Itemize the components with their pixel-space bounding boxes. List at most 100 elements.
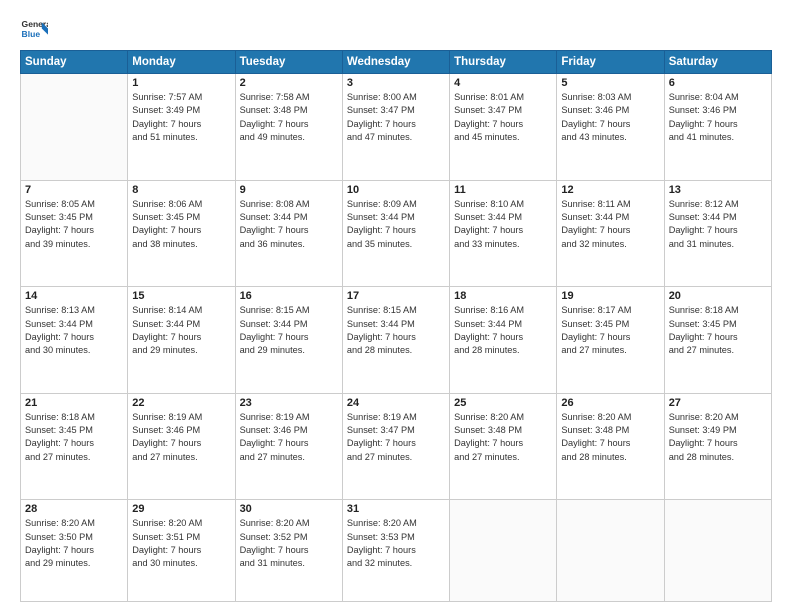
- day-number: 28: [25, 503, 123, 515]
- calendar-table: SundayMondayTuesdayWednesdayThursdayFrid…: [20, 50, 772, 602]
- cell-info: Sunrise: 8:04 AMSunset: 3:46 PMDaylight:…: [669, 91, 767, 144]
- day-number: 25: [454, 397, 552, 409]
- calendar-cell: 19 Sunrise: 8:17 AMSunset: 3:45 PMDayligh…: [557, 287, 664, 394]
- day-number: 17: [347, 290, 445, 302]
- cell-info: Sunrise: 7:57 AMSunset: 3:49 PMDaylight:…: [132, 91, 230, 144]
- cell-info: Sunrise: 8:20 AMSunset: 3:53 PMDaylight:…: [347, 517, 445, 570]
- day-number: 14: [25, 290, 123, 302]
- header: General Blue: [20, 16, 772, 44]
- cell-info: Sunrise: 8:03 AMSunset: 3:46 PMDaylight:…: [561, 91, 659, 144]
- calendar-cell: 31 Sunrise: 8:20 AMSunset: 3:53 PMDayligh…: [342, 500, 449, 602]
- day-number: 22: [132, 397, 230, 409]
- day-number: 18: [454, 290, 552, 302]
- calendar-cell: [557, 500, 664, 602]
- calendar-cell: 30 Sunrise: 8:20 AMSunset: 3:52 PMDayligh…: [235, 500, 342, 602]
- day-number: 12: [561, 184, 659, 196]
- day-number: 8: [132, 184, 230, 196]
- cell-info: Sunrise: 8:14 AMSunset: 3:44 PMDaylight:…: [132, 304, 230, 357]
- calendar-cell: 12 Sunrise: 8:11 AMSunset: 3:44 PMDayligh…: [557, 180, 664, 287]
- calendar-cell: 8 Sunrise: 8:06 AMSunset: 3:45 PMDaylight…: [128, 180, 235, 287]
- day-number: 4: [454, 77, 552, 89]
- day-number: 30: [240, 503, 338, 515]
- cell-info: Sunrise: 8:11 AMSunset: 3:44 PMDaylight:…: [561, 198, 659, 251]
- calendar-cell: 26 Sunrise: 8:20 AMSunset: 3:48 PMDayligh…: [557, 393, 664, 500]
- cell-info: Sunrise: 8:01 AMSunset: 3:47 PMDaylight:…: [454, 91, 552, 144]
- calendar-cell: 13 Sunrise: 8:12 AMSunset: 3:44 PMDayligh…: [664, 180, 771, 287]
- calendar-cell: 15 Sunrise: 8:14 AMSunset: 3:44 PMDayligh…: [128, 287, 235, 394]
- calendar-cell: 18 Sunrise: 8:16 AMSunset: 3:44 PMDayligh…: [450, 287, 557, 394]
- cell-info: Sunrise: 8:20 AMSunset: 3:48 PMDaylight:…: [454, 411, 552, 464]
- calendar-cell: 3 Sunrise: 8:00 AMSunset: 3:47 PMDaylight…: [342, 74, 449, 181]
- calendar-week-row: 14 Sunrise: 8:13 AMSunset: 3:44 PMDayligh…: [21, 287, 772, 394]
- day-number: 1: [132, 77, 230, 89]
- day-number: 2: [240, 77, 338, 89]
- cell-info: Sunrise: 8:20 AMSunset: 3:50 PMDaylight:…: [25, 517, 123, 570]
- cell-info: Sunrise: 7:58 AMSunset: 3:48 PMDaylight:…: [240, 91, 338, 144]
- day-number: 24: [347, 397, 445, 409]
- logo: General Blue: [20, 16, 48, 44]
- day-number: 27: [669, 397, 767, 409]
- day-number: 7: [25, 184, 123, 196]
- cell-info: Sunrise: 8:06 AMSunset: 3:45 PMDaylight:…: [132, 198, 230, 251]
- calendar-cell: 9Sunrise: 8:08 AMSunset: 3:44 PMDaylight…: [235, 180, 342, 287]
- day-number: 19: [561, 290, 659, 302]
- cell-info: Sunrise: 8:10 AMSunset: 3:44 PMDaylight:…: [454, 198, 552, 251]
- day-number: 16: [240, 290, 338, 302]
- day-number: 15: [132, 290, 230, 302]
- cell-info: Sunrise: 8:05 AMSunset: 3:45 PMDaylight:…: [25, 198, 123, 251]
- day-number: 29: [132, 503, 230, 515]
- cell-info: Sunrise: 8:20 AMSunset: 3:51 PMDaylight:…: [132, 517, 230, 570]
- day-number: 21: [25, 397, 123, 409]
- cell-info: Sunrise: 8:15 AMSunset: 3:44 PMDaylight:…: [240, 304, 338, 357]
- col-header-sunday: Sunday: [21, 51, 128, 74]
- col-header-saturday: Saturday: [664, 51, 771, 74]
- calendar-cell: 14 Sunrise: 8:13 AMSunset: 3:44 PMDayligh…: [21, 287, 128, 394]
- cell-info: Sunrise: 8:19 AMSunset: 3:46 PMDaylight:…: [132, 411, 230, 464]
- calendar-week-row: 7 Sunrise: 8:05 AMSunset: 3:45 PMDaylight…: [21, 180, 772, 287]
- calendar-cell: 25 Sunrise: 8:20 AMSunset: 3:48 PMDayligh…: [450, 393, 557, 500]
- cell-info: Sunrise: 8:20 AMSunset: 3:52 PMDaylight:…: [240, 517, 338, 570]
- calendar-cell: [21, 74, 128, 181]
- cell-info: Sunrise: 8:09 AMSunset: 3:44 PMDaylight:…: [347, 198, 445, 251]
- cell-info: Sunrise: 8:19 AMSunset: 3:46 PMDaylight:…: [240, 411, 338, 464]
- calendar-cell: 20Sunrise: 8:18 AMSunset: 3:45 PMDayligh…: [664, 287, 771, 394]
- calendar-cell: 17Sunrise: 8:15 AMSunset: 3:44 PMDayligh…: [342, 287, 449, 394]
- calendar-week-row: 28 Sunrise: 8:20 AMSunset: 3:50 PMDayligh…: [21, 500, 772, 602]
- calendar-header-row: SundayMondayTuesdayWednesdayThursdayFrid…: [21, 51, 772, 74]
- cell-info: Sunrise: 8:18 AMSunset: 3:45 PMDaylight:…: [25, 411, 123, 464]
- day-number: 23: [240, 397, 338, 409]
- calendar-cell: 27Sunrise: 8:20 AMSunset: 3:49 PMDayligh…: [664, 393, 771, 500]
- cell-info: Sunrise: 8:17 AMSunset: 3:45 PMDaylight:…: [561, 304, 659, 357]
- col-header-tuesday: Tuesday: [235, 51, 342, 74]
- cell-info: Sunrise: 8:00 AMSunset: 3:47 PMDaylight:…: [347, 91, 445, 144]
- calendar-cell: 6 Sunrise: 8:04 AMSunset: 3:46 PMDaylight…: [664, 74, 771, 181]
- day-number: 3: [347, 77, 445, 89]
- calendar-cell: 22 Sunrise: 8:19 AMSunset: 3:46 PMDayligh…: [128, 393, 235, 500]
- col-header-wednesday: Wednesday: [342, 51, 449, 74]
- day-number: 10: [347, 184, 445, 196]
- calendar-week-row: 1 Sunrise: 7:57 AMSunset: 3:49 PMDaylight…: [21, 74, 772, 181]
- cell-info: Sunrise: 8:20 AMSunset: 3:48 PMDaylight:…: [561, 411, 659, 464]
- cell-info: Sunrise: 8:16 AMSunset: 3:44 PMDaylight:…: [454, 304, 552, 357]
- cell-info: Sunrise: 8:13 AMSunset: 3:44 PMDaylight:…: [25, 304, 123, 357]
- cell-info: Sunrise: 8:12 AMSunset: 3:44 PMDaylight:…: [669, 198, 767, 251]
- calendar-cell: 21 Sunrise: 8:18 AMSunset: 3:45 PMDayligh…: [21, 393, 128, 500]
- calendar-cell: 11 Sunrise: 8:10 AMSunset: 3:44 PMDayligh…: [450, 180, 557, 287]
- day-number: 20: [669, 290, 767, 302]
- day-number: 13: [669, 184, 767, 196]
- calendar-cell: 4 Sunrise: 8:01 AMSunset: 3:47 PMDaylight…: [450, 74, 557, 181]
- day-number: 26: [561, 397, 659, 409]
- calendar-cell: 16 Sunrise: 8:15 AMSunset: 3:44 PMDayligh…: [235, 287, 342, 394]
- calendar-cell: 29 Sunrise: 8:20 AMSunset: 3:51 PMDayligh…: [128, 500, 235, 602]
- day-number: 6: [669, 77, 767, 89]
- day-number: 11: [454, 184, 552, 196]
- calendar-cell: 23 Sunrise: 8:19 AMSunset: 3:46 PMDayligh…: [235, 393, 342, 500]
- calendar-cell: 5Sunrise: 8:03 AMSunset: 3:46 PMDaylight…: [557, 74, 664, 181]
- day-number: 31: [347, 503, 445, 515]
- calendar-cell: [664, 500, 771, 602]
- calendar-cell: 24Sunrise: 8:19 AMSunset: 3:47 PMDayligh…: [342, 393, 449, 500]
- calendar-week-row: 21 Sunrise: 8:18 AMSunset: 3:45 PMDayligh…: [21, 393, 772, 500]
- page: General Blue SundayMondayTuesdayWednesda…: [0, 0, 792, 612]
- calendar-cell: 10 Sunrise: 8:09 AMSunset: 3:44 PMDayligh…: [342, 180, 449, 287]
- calendar-cell: 2 Sunrise: 7:58 AMSunset: 3:48 PMDaylight…: [235, 74, 342, 181]
